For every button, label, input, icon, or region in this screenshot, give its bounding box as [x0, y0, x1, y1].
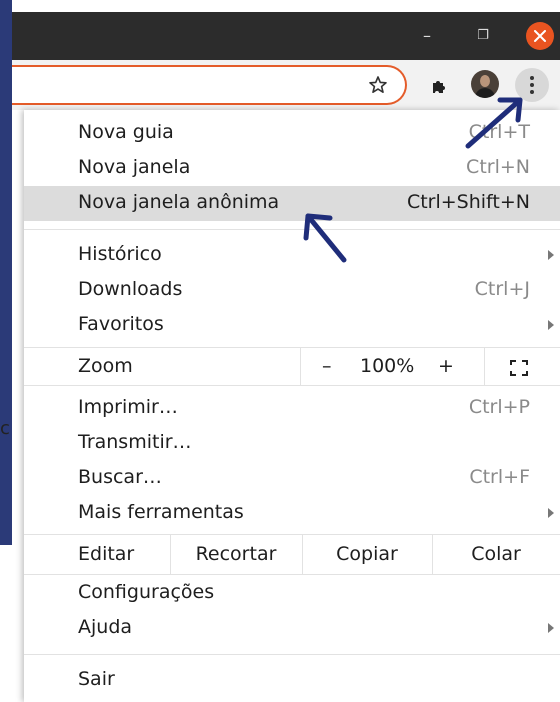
menu-separator — [24, 574, 560, 575]
minimize-button[interactable]: – — [412, 12, 442, 60]
zoom-divider — [300, 347, 301, 385]
menu-item-shortcut: Ctrl+P — [468, 396, 530, 418]
menu-item-zoom: Zoom — [24, 350, 560, 385]
kebab-dot — [530, 83, 534, 87]
menu-separator — [24, 654, 560, 655]
copy-button[interactable]: Copiar — [302, 534, 432, 574]
menu-item-more-tools[interactable]: Mais ferramentas — [24, 496, 560, 531]
menu-item-label: Nova janela — [78, 156, 191, 178]
menu-item-cast[interactable]: Transmitir… — [24, 426, 560, 461]
kebab-dot — [530, 90, 534, 94]
address-bar[interactable] — [12, 65, 407, 105]
submenu-arrow-icon — [548, 508, 554, 518]
kebab-dot — [530, 76, 534, 80]
title-bar: – ❐ — [12, 12, 560, 60]
menu-item-label: Buscar… — [78, 466, 162, 488]
menu-item-label: Sair — [78, 668, 115, 690]
menu-item-downloads[interactable]: Downloads Ctrl+J — [24, 273, 560, 308]
avatar[interactable] — [471, 70, 499, 98]
menu-item-label: Favoritos — [78, 313, 164, 335]
menu-item-label: Nova guia — [78, 121, 174, 143]
menu-item-shortcut: Ctrl+J — [474, 278, 530, 300]
menu-item-print[interactable]: Imprimir… Ctrl+P — [24, 391, 560, 426]
menu-item-new-tab[interactable]: Nova guia Ctrl+T — [24, 116, 560, 151]
fullscreen-icon[interactable] — [510, 360, 528, 376]
chrome-main-menu: Nova guia Ctrl+T Nova janela Ctrl+N Nova… — [24, 110, 560, 702]
menu-item-label: Imprimir… — [78, 396, 178, 418]
menu-separator — [24, 347, 560, 348]
menu-item-settings[interactable]: Configurações — [24, 576, 560, 611]
menu-item-find[interactable]: Buscar… Ctrl+F — [24, 461, 560, 496]
menu-item-label: Downloads — [78, 278, 183, 300]
zoom-divider — [484, 347, 485, 385]
menu-item-shortcut: Ctrl+T — [468, 121, 530, 143]
menu-separator — [24, 385, 560, 386]
zoom-in-button[interactable]: + — [438, 349, 454, 384]
menu-separator — [24, 229, 560, 230]
star-icon[interactable] — [368, 75, 388, 95]
submenu-arrow-icon — [548, 320, 554, 330]
menu-item-new-incognito-window[interactable]: Nova janela anônima Ctrl+Shift+N — [24, 186, 560, 221]
close-button[interactable] — [526, 22, 554, 50]
submenu-arrow-icon — [548, 623, 554, 633]
menu-item-label: Configurações — [78, 581, 215, 603]
edit-label: Editar — [78, 543, 135, 565]
menu-item-label: Zoom — [78, 355, 133, 377]
menu-item-shortcut: Ctrl+Shift+N — [406, 191, 530, 213]
menu-item-label: Mais ferramentas — [78, 501, 244, 523]
zoom-level: 100% — [360, 355, 415, 377]
puzzle-icon[interactable] — [430, 77, 448, 95]
menu-item-label: Transmitir… — [78, 431, 192, 453]
browser-toolbar — [12, 60, 560, 110]
menu-item-shortcut: Ctrl+F — [469, 466, 530, 488]
menu-item-new-window[interactable]: Nova janela Ctrl+N — [24, 151, 560, 186]
menu-item-shortcut: Ctrl+N — [466, 156, 530, 178]
menu-item-label: Ajuda — [78, 616, 133, 638]
zoom-out-button[interactable]: – — [322, 349, 332, 384]
avatar-body — [475, 88, 495, 98]
menu-item-bookmarks[interactable]: Favoritos — [24, 308, 560, 343]
background-page-text: c — [0, 418, 10, 439]
paste-button[interactable]: Colar — [432, 534, 560, 574]
close-icon — [534, 30, 546, 42]
menu-item-exit[interactable]: Sair — [24, 663, 560, 698]
menu-item-label: Histórico — [78, 243, 162, 265]
cut-button[interactable]: Recortar — [170, 534, 302, 574]
kebab-menu-icon[interactable] — [515, 68, 549, 102]
left-window-frame — [0, 0, 12, 545]
maximize-button[interactable]: ❐ — [468, 12, 498, 60]
submenu-arrow-icon — [548, 250, 554, 260]
avatar-head — [480, 75, 490, 87]
menu-item-history[interactable]: Histórico — [24, 238, 560, 273]
menu-item-label: Nova janela anônima — [78, 191, 280, 213]
menu-item-help[interactable]: Ajuda — [24, 611, 560, 646]
